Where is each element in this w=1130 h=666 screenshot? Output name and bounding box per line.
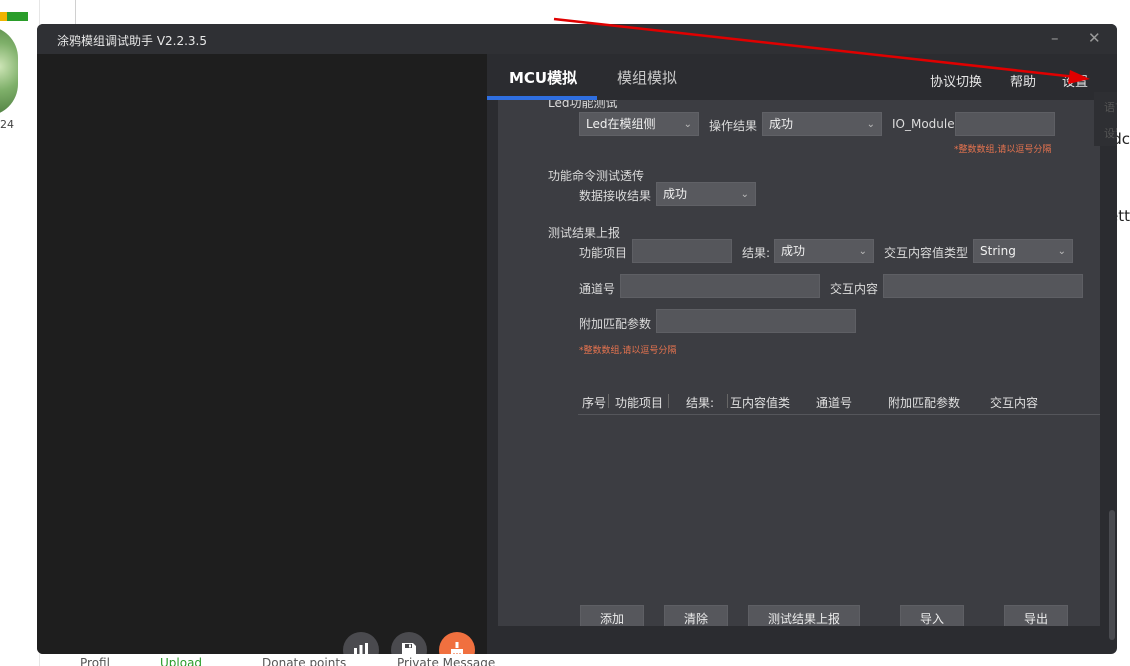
func-cmd-section-title: 功能命令测试透传 — [548, 169, 645, 183]
level-bar — [0, 12, 28, 21]
result-label: 结果: — [742, 246, 771, 260]
chevron-down-icon: ⌄ — [1057, 246, 1066, 257]
window-title: 涂鸦模组调试助手 V2.2.3.5 — [57, 34, 208, 48]
settings-link[interactable]: 设置 — [1062, 71, 1088, 90]
led-mode-value: Led在模组侧 — [586, 117, 656, 131]
protocol-switch-link[interactable]: 协议切换 — [930, 71, 982, 90]
chart-button[interactable] — [343, 632, 379, 654]
operation-result-select[interactable]: 成功 ⌄ — [762, 112, 882, 136]
recv-result-select[interactable]: 成功 ⌄ — [656, 182, 756, 206]
background-sidebar: 24 — [0, 0, 40, 666]
value-type-select[interactable]: String ⌄ — [973, 239, 1073, 263]
channel-label: 通道号 — [579, 282, 616, 296]
chevron-down-icon: ⌄ — [858, 246, 867, 257]
close-icon[interactable]: ✕ — [1088, 29, 1101, 47]
col-content[interactable]: 交互内容 — [990, 394, 1038, 411]
export-button[interactable]: 导出 — [1004, 605, 1068, 626]
io-module-label: IO_Module — [892, 117, 955, 131]
func-item-label: 功能项目 — [579, 246, 628, 260]
menu-item-language[interactable]: 语言 — [1104, 99, 1117, 115]
result-select[interactable]: 成功 ⌄ — [774, 239, 874, 263]
menu-item-settings[interactable]: 设置 — [1104, 125, 1117, 141]
operation-result-label: 操作结果 — [709, 119, 758, 133]
clear-button[interactable]: 清除 — [664, 605, 728, 626]
tab-bar: MCU模拟 模组模拟 协议切换 帮助 设置 — [487, 54, 1117, 100]
background-right-strip: dc ett — [1109, 0, 1130, 666]
bottom-item-message[interactable]: Private Message — [397, 656, 495, 666]
extra-param-note: *整数数组,请以逗号分隔 — [579, 346, 677, 356]
background-top-strip — [75, 0, 1115, 24]
content-input[interactable] — [883, 274, 1083, 298]
chevron-down-icon: ⌄ — [740, 189, 749, 200]
led-mode-select[interactable]: Led在模组侧 ⌄ — [579, 112, 699, 136]
col-result[interactable]: 结果: — [686, 394, 714, 411]
settings-dropdown: 语言 设置 — [1094, 92, 1117, 146]
io-module-input[interactable] — [955, 112, 1055, 136]
col-channel[interactable]: 通道号 — [816, 394, 852, 411]
extra-param-input[interactable] — [656, 309, 856, 333]
clean-button[interactable] — [439, 632, 475, 654]
preview-pane — [37, 54, 487, 654]
channel-input[interactable] — [620, 274, 820, 298]
bottom-item-upload[interactable]: Upload — [160, 656, 202, 666]
avatar — [0, 26, 18, 116]
background-bottom-bar: Profil Upload Donate points Private Mess… — [40, 654, 1130, 666]
bottom-item-donate[interactable]: Donate points — [262, 656, 346, 666]
broom-icon — [451, 642, 463, 654]
col-value-type[interactable]: 互内容值类 — [730, 394, 790, 411]
title-bar: 涂鸦模组调试助手 V2.2.3.5 – ✕ — [37, 24, 1117, 54]
value-type-value: String — [980, 244, 1016, 258]
result-value: 成功 — [781, 244, 806, 258]
value-type-label: 交互内容值类型 — [884, 246, 969, 260]
report-section-title: 测试结果上报 — [548, 226, 621, 240]
recv-result-value: 成功 — [663, 187, 688, 201]
table-header-divider — [578, 414, 1100, 415]
import-button[interactable]: 导入 — [900, 605, 964, 626]
minimize-icon[interactable]: – — [1051, 29, 1059, 47]
recv-result-label: 数据接收结果 — [579, 189, 652, 203]
report-button[interactable]: 测试结果上报 — [748, 605, 860, 626]
func-item-input[interactable] — [632, 239, 732, 263]
background-number: 24 — [0, 118, 14, 131]
app-window: 涂鸦模组调试助手 V2.2.3.5 – ✕ MCU模拟 模组模拟 协议切换 帮助… — [37, 24, 1117, 654]
col-func-item[interactable]: 功能项目 — [615, 394, 663, 411]
col-index[interactable]: 序号 — [582, 394, 606, 411]
save-icon — [402, 643, 416, 654]
bottom-item-profile[interactable]: Profil — [80, 656, 110, 666]
col-extra-param[interactable]: 附加匹配参数 — [888, 394, 960, 411]
panel-scrollbar[interactable] — [1109, 510, 1115, 640]
mcu-panel: Led功能测试 Led在模组侧 ⌄ 操作结果 成功 ⌄ IO_Module *整… — [498, 100, 1100, 626]
chevron-down-icon: ⌄ — [866, 119, 875, 130]
io-module-note: *整数数组,请以逗号分隔 — [954, 145, 1052, 155]
chevron-down-icon: ⌄ — [683, 119, 692, 130]
content-label: 交互内容 — [830, 282, 879, 296]
add-button[interactable]: 添加 — [580, 605, 644, 626]
led-section-title: Led功能测试 — [548, 100, 618, 110]
help-link[interactable]: 帮助 — [1010, 71, 1036, 90]
operation-result-value: 成功 — [769, 117, 794, 131]
bar-chart-icon — [354, 643, 368, 654]
tab-mcu[interactable]: MCU模拟 — [509, 67, 577, 88]
tab-module[interactable]: 模组模拟 — [617, 67, 677, 88]
save-button[interactable] — [391, 632, 427, 654]
extra-param-label: 附加匹配参数 — [579, 317, 652, 331]
